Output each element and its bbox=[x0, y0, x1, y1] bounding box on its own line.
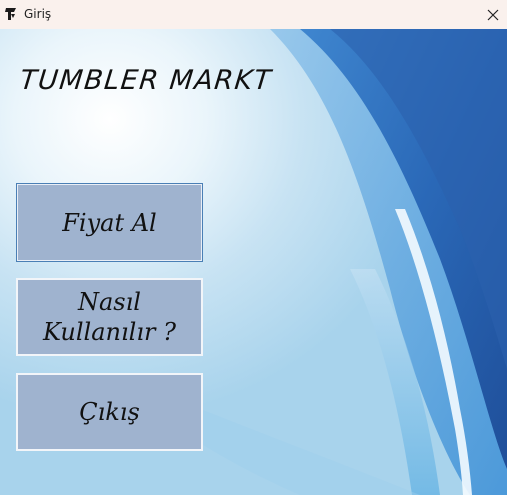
exit-button[interactable]: Çıkış bbox=[16, 373, 203, 451]
logo-icon bbox=[5, 8, 16, 20]
title-bar: Giriş bbox=[0, 0, 507, 29]
how-to-use-button[interactable]: Nasıl Kullanılır ? bbox=[16, 278, 203, 356]
main-panel: TUMBLER MARKT Fiyat Al Nasıl Kullanılır … bbox=[0, 29, 507, 495]
window-title: Giriş bbox=[24, 7, 52, 21]
close-button[interactable] bbox=[479, 0, 507, 29]
app-heading: TUMBLER MARKT bbox=[18, 65, 274, 96]
get-price-button[interactable]: Fiyat Al bbox=[16, 183, 203, 262]
close-icon bbox=[487, 9, 499, 20]
